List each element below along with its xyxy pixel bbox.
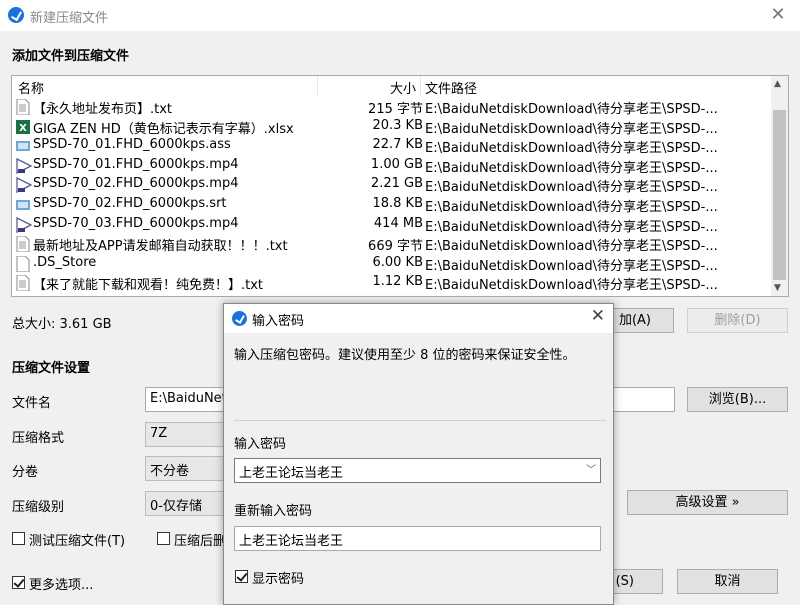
delete-button[interactable]: 删除(D): [687, 308, 788, 333]
chevron-down-icon[interactable]: ﹀: [586, 461, 596, 476]
file-path: E:\BaiduNetdiskDownload\待分享老王\SPSD-...: [425, 278, 718, 294]
confirm-password-label: 重新输入密码: [234, 504, 313, 519]
file-path: E:\BaiduNetdiskDownload\待分享老王\SPSD-...: [425, 141, 718, 157]
file-path: E:\BaiduNetdiskDownload\待分享老王\SPSD-...: [425, 121, 718, 137]
subtitle-file-icon: [16, 197, 30, 213]
file-name: 【永久地址发布页】.txt: [33, 102, 173, 117]
password-value: 上老王论坛当老王: [239, 466, 344, 481]
format-label: 压缩格式: [12, 431, 65, 446]
file-name: SPSD-70_03.FHD_6000kps.mp4: [33, 215, 239, 231]
advanced-settings-button[interactable]: 高级设置 »: [627, 490, 788, 515]
delete-after-label[interactable]: 压缩后删: [174, 530, 226, 549]
blank-file-icon: [16, 255, 30, 273]
file-name: .DS_Store: [33, 254, 97, 270]
file-path: E:\BaiduNetdiskDownload\待分享老王\SPSD-...: [425, 102, 718, 117]
file-name: SPSD-70_01.FHD_6000kps.ass: [33, 137, 231, 153]
file-name: GIGA ZEN HD（黄色标记表示有字幕）.xlsx: [33, 121, 294, 137]
password-label: 输入密码: [234, 437, 287, 452]
file-name: SPSD-70_01.FHD_6000kps.mp4: [33, 156, 239, 172]
file-size: 2.21 GB: [370, 176, 423, 192]
file-size: 414 MB: [373, 215, 423, 231]
test-archive-checkbox[interactable]: [12, 532, 25, 545]
file-name: 【来了就能下载和观看！纯免费！】.txt: [33, 278, 264, 294]
list-scrollbar[interactable]: ▲ ▼: [771, 76, 788, 296]
password-hint: 输入压缩包密码。建议使用至少 8 位的密码来保证安全性。: [234, 348, 576, 363]
file-row[interactable]: 【永久地址发布页】.txt 215 字节 E:\BaiduNetdiskDownlo…: [12, 97, 772, 117]
file-path: E:\BaiduNetdiskDownload\待分享老王\SPSD-...: [425, 258, 718, 274]
settings-section-title: 压缩文件设置: [12, 361, 91, 376]
dialog-title-bar: 输入密码 ✕: [224, 304, 613, 333]
test-archive-label[interactable]: 测试压缩文件(T): [29, 530, 125, 549]
level-select[interactable]: 0-仅存储: [145, 491, 225, 516]
video-file-icon: [16, 177, 33, 194]
password-dialog: 输入密码 ✕ 输入压缩包密码。建议使用至少 8 位的密码来保证安全性。 输入密码…: [223, 303, 614, 605]
dialog-logo-icon: [232, 311, 247, 326]
file-path: E:\BaiduNetdiskDownload\待分享老王\SPSD-...: [425, 239, 718, 255]
text-file-icon: [16, 274, 30, 292]
show-password-checkbox[interactable]: [235, 570, 248, 583]
app-logo-icon: [8, 7, 24, 23]
text-file-icon: [16, 235, 30, 253]
file-row[interactable]: SPSD-70_01.FHD_6000kps.ass 22.7 KB E:\Baid…: [12, 136, 772, 156]
svg-text:X: X: [19, 123, 27, 134]
file-path: E:\BaiduNetdiskDownload\待分享老王\SPSD-...: [425, 219, 718, 235]
title-bar: 新建压缩文件 ✕: [0, 0, 800, 31]
file-row[interactable]: X GIGA ZEN HD（黄色标记表示有字幕）.xlsx 20.3 KB E:\Ba…: [12, 117, 772, 137]
text-file-icon: [16, 98, 30, 116]
video-file-icon: [16, 216, 33, 233]
file-size: 1.12 KB: [372, 274, 423, 290]
file-row[interactable]: 【来了就能下载和观看！纯免费！】.txt 1.12 KB E:\BaiduNetdi…: [12, 273, 772, 293]
file-size: 18.8 KB: [372, 196, 423, 211]
file-list[interactable]: 名称 大小 文件路径 【永久地址发布页】.txt 215 字节 E:\BaiduNe…: [11, 75, 789, 297]
list-header: 名称 大小 文件路径: [12, 76, 772, 97]
file-name: SPSD-70_02.FHD_6000kps.mp4: [33, 176, 239, 192]
file-size: 6.00 KB: [372, 254, 423, 270]
file-row[interactable]: SPSD-70_01.FHD_6000kps.mp4 1.00 GB E:\Baid…: [12, 156, 772, 176]
file-row[interactable]: SPSD-70_03.FHD_6000kps.mp4 414 MB E:\Baidu…: [12, 215, 772, 235]
scroll-up-icon[interactable]: ▲: [774, 79, 781, 89]
dialog-title: 输入密码: [252, 314, 305, 329]
file-size: 215 字节: [368, 102, 423, 117]
file-path: E:\BaiduNetdiskDownload\待分享老王\SPSD-...: [425, 160, 718, 176]
format-select[interactable]: 7Z: [145, 422, 225, 447]
file-row[interactable]: .DS_Store 6.00 KB E:\BaiduNetdiskDownload\…: [12, 254, 772, 274]
volume-select[interactable]: 不分卷: [145, 456, 225, 481]
total-size: 总大小: 3.61 GB: [12, 317, 112, 332]
filename-label: 文件名: [12, 396, 52, 411]
file-path: E:\BaiduNetdiskDownload\待分享老王\SPSD-...: [425, 180, 718, 196]
file-size: 22.7 KB: [372, 137, 423, 153]
file-size: 669 字节: [368, 239, 423, 255]
header-name[interactable]: 名称: [18, 78, 44, 97]
file-name: SPSD-70_02.FHD_6000kps.srt: [33, 196, 227, 211]
level-label: 压缩级别: [12, 500, 65, 515]
confirm-password-input[interactable]: 上老王论坛当老王: [234, 526, 601, 551]
delete-after-checkbox[interactable]: [157, 532, 170, 545]
close-icon[interactable]: ✕: [766, 4, 790, 25]
subtitle-file-icon: [16, 138, 30, 154]
file-size: 1.00 GB: [370, 156, 423, 172]
file-name: 最新地址及APP请发邮箱自动获取！！！.txt: [33, 239, 288, 255]
file-size: 20.3 KB: [372, 117, 423, 133]
volume-label: 分卷: [12, 465, 39, 480]
cancel-button[interactable]: 取消: [677, 569, 778, 594]
browse-button[interactable]: 浏览(B)...: [687, 387, 788, 412]
dialog-divider: [234, 420, 606, 421]
file-section-title: 添加文件到压缩文件: [12, 49, 130, 64]
window-title: 新建压缩文件: [30, 11, 109, 26]
password-input[interactable]: 上老王论坛当老王 ﹀: [234, 458, 601, 483]
file-row[interactable]: SPSD-70_02.FHD_6000kps.srt 18.8 KB E:\Baid…: [12, 195, 772, 215]
file-path: E:\BaiduNetdiskDownload\待分享老王\SPSD-...: [425, 200, 718, 215]
dialog-close-icon[interactable]: ✕: [591, 306, 605, 326]
more-options-checkbox[interactable]: [12, 576, 25, 589]
file-row[interactable]: SPSD-70_02.FHD_6000kps.mp4 2.21 GB E:\Baid…: [12, 175, 772, 195]
scroll-down-icon[interactable]: ▼: [774, 283, 781, 293]
more-options-label[interactable]: 更多选项...: [29, 574, 93, 593]
file-row[interactable]: 最新地址及APP请发邮箱自动获取！！！.txt 669 字节 E:\BaiduNet…: [12, 234, 772, 254]
header-size[interactable]: 大小: [390, 78, 416, 97]
show-password-label[interactable]: 显示密码: [252, 568, 304, 587]
excel-file-icon: X: [16, 119, 30, 135]
scroll-thumb[interactable]: [773, 110, 786, 280]
video-file-icon: [16, 157, 33, 174]
header-path[interactable]: 文件路径: [425, 78, 477, 97]
